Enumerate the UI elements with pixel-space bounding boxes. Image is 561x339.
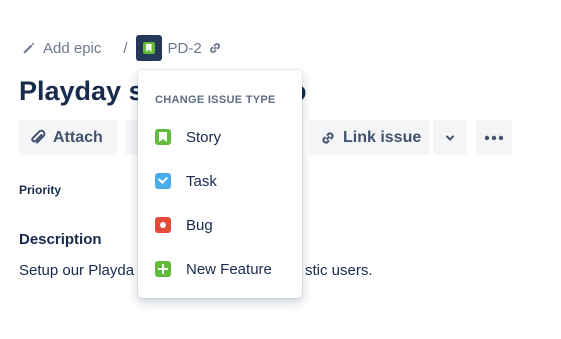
attach-label: Attach [53, 128, 103, 146]
menu-heading: CHANGE ISSUE TYPE [155, 94, 276, 106]
pencil-icon [22, 41, 36, 55]
story-icon [142, 42, 155, 54]
link-icon[interactable] [208, 41, 222, 55]
menu-item-bug[interactable]: Bug [138, 203, 302, 247]
link-issue-dropdown-button[interactable] [433, 120, 467, 155]
menu-item-label: Story [186, 128, 222, 146]
menu-item-new-feature[interactable]: New Feature [138, 247, 302, 291]
change-issue-type-menu: CHANGE ISSUE TYPE Story Task Bug New Fea… [138, 70, 302, 298]
more-actions-button[interactable] [476, 120, 512, 155]
link-issue-button[interactable]: Link issue [309, 120, 430, 155]
link-issue-icon [319, 129, 337, 147]
menu-item-label: Bug [186, 216, 213, 234]
menu-item-task[interactable]: Task [138, 159, 302, 203]
description-text-tail[interactable]: stic users. [305, 262, 373, 279]
add-epic-label: Add epic [43, 39, 102, 57]
link-issue-label: Link issue [343, 128, 422, 146]
breadcrumb-separator: / [123, 39, 128, 57]
issue-type-button[interactable] [135, 35, 162, 61]
attach-button[interactable]: Attach [19, 120, 117, 155]
issue-key-link[interactable]: PD-2 [168, 40, 202, 57]
priority-label: Priority [19, 183, 62, 197]
chevron-down-icon [444, 132, 456, 144]
menu-item-label: New Feature [186, 260, 272, 278]
new-feature-icon [155, 261, 171, 277]
menu-item-story[interactable]: Story [138, 115, 302, 159]
paperclip-icon [29, 129, 47, 147]
menu-item-label: Task [186, 172, 217, 190]
story-icon [155, 129, 171, 145]
breadcrumb: Add epic / PD-2 [22, 35, 222, 61]
add-epic-link[interactable]: Add epic [22, 40, 101, 57]
bug-icon [155, 217, 171, 233]
task-icon [155, 173, 171, 189]
description-text[interactable]: Setup our Playda [19, 262, 134, 279]
description-heading: Description [19, 231, 102, 248]
more-icon [484, 135, 504, 141]
